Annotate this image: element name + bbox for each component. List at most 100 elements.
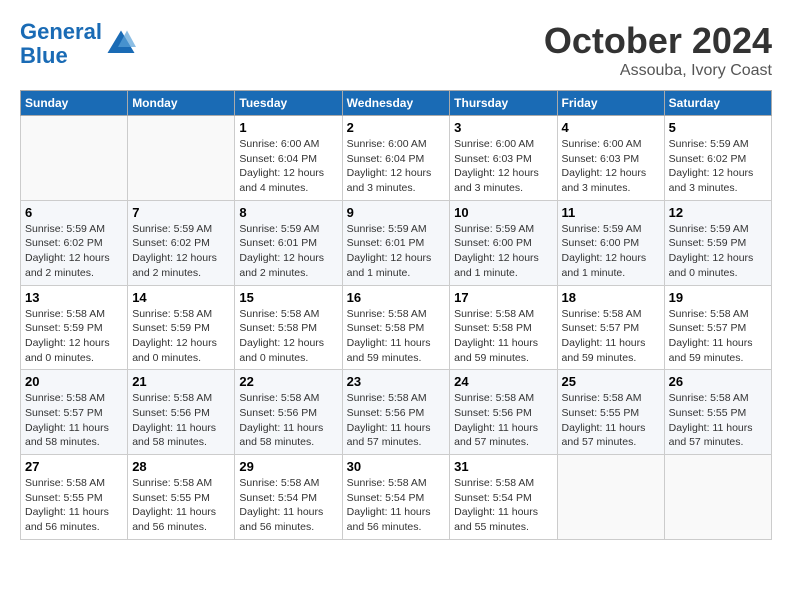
day-info: Sunrise: 5:58 AM Sunset: 5:54 PM Dayligh… <box>239 476 337 535</box>
calendar-day-cell <box>21 116 128 201</box>
calendar-day-cell: 12Sunrise: 5:59 AM Sunset: 5:59 PM Dayli… <box>664 200 771 285</box>
day-info: Sunrise: 5:58 AM Sunset: 5:57 PM Dayligh… <box>669 307 767 366</box>
calendar-day-cell: 4 Sunrise: 6:00 AM Sunset: 6:03 PM Daylig… <box>557 116 664 201</box>
day-number: 2 <box>347 120 446 135</box>
month-title: October 2024 <box>544 20 772 62</box>
day-number: 6 <box>25 205 123 220</box>
day-number: 10 <box>454 205 552 220</box>
day-number: 1 <box>239 120 337 135</box>
day-number: 17 <box>454 290 552 305</box>
calendar-day-cell: 28 Sunrise: 5:58 AM Sunset: 5:55 PM Dayli… <box>128 455 235 540</box>
calendar-day-cell: 15Sunrise: 5:58 AM Sunset: 5:58 PM Dayli… <box>235 285 342 370</box>
day-number: 21 <box>132 374 230 389</box>
calendar-day-cell: 30 Sunrise: 5:58 AM Sunset: 5:54 PM Dayli… <box>342 455 450 540</box>
logo: General Blue <box>20 20 136 68</box>
day-number: 12 <box>669 205 767 220</box>
calendar-day-cell: 9 Sunrise: 5:59 AM Sunset: 6:01 PM Daylig… <box>342 200 450 285</box>
calendar-day-cell: 20 Sunrise: 5:58 AM Sunset: 5:57 PM Dayli… <box>21 370 128 455</box>
day-number: 26 <box>669 374 767 389</box>
logo-text: General Blue <box>20 20 102 68</box>
calendar-day-cell: 16 Sunrise: 5:58 AM Sunset: 5:58 PM Dayli… <box>342 285 450 370</box>
calendar-day-cell: 24 Sunrise: 5:58 AM Sunset: 5:56 PM Dayli… <box>450 370 557 455</box>
day-number: 15 <box>239 290 337 305</box>
calendar-day-cell: 13Sunrise: 5:58 AM Sunset: 5:59 PM Dayli… <box>21 285 128 370</box>
day-info: Sunrise: 5:58 AM Sunset: 5:56 PM Dayligh… <box>132 391 230 450</box>
day-info: Sunrise: 5:58 AM Sunset: 5:56 PM Dayligh… <box>454 391 552 450</box>
day-number: 19 <box>669 290 767 305</box>
day-number: 5 <box>669 120 767 135</box>
calendar-day-cell: 17Sunrise: 5:58 AM Sunset: 5:58 PM Dayli… <box>450 285 557 370</box>
calendar-day-cell: 31 Sunrise: 5:58 AM Sunset: 5:54 PM Dayli… <box>450 455 557 540</box>
page-header: General Blue October 2024 Assouba, Ivory… <box>20 20 772 80</box>
calendar-week-row: 27 Sunrise: 5:58 AM Sunset: 5:55 PM Dayli… <box>21 455 772 540</box>
day-number: 4 <box>562 120 660 135</box>
calendar-day-cell: 14 Sunrise: 5:58 AM Sunset: 5:59 PM Dayli… <box>128 285 235 370</box>
day-info: Sunrise: 6:00 AM Sunset: 6:04 PM Dayligh… <box>347 137 446 196</box>
day-info: Sunrise: 5:58 AM Sunset: 5:54 PM Dayligh… <box>454 476 552 535</box>
calendar-day-cell: 25Sunrise: 5:58 AM Sunset: 5:55 PM Dayli… <box>557 370 664 455</box>
day-info: Sunrise: 5:59 AM Sunset: 6:02 PM Dayligh… <box>132 222 230 281</box>
day-info: Sunrise: 6:00 AM Sunset: 6:04 PM Dayligh… <box>239 137 337 196</box>
day-info: Sunrise: 5:59 AM Sunset: 6:00 PM Dayligh… <box>454 222 552 281</box>
calendar-day-cell: 26 Sunrise: 5:58 AM Sunset: 5:55 PM Dayli… <box>664 370 771 455</box>
day-info: Sunrise: 5:59 AM Sunset: 6:01 PM Dayligh… <box>347 222 446 281</box>
day-number: 23 <box>347 374 446 389</box>
day-info: Sunrise: 5:58 AM Sunset: 5:58 PM Dayligh… <box>347 307 446 366</box>
day-info: Sunrise: 5:58 AM Sunset: 5:56 PM Dayligh… <box>239 391 337 450</box>
day-number: 20 <box>25 374 123 389</box>
day-info: Sunrise: 5:58 AM Sunset: 5:55 PM Dayligh… <box>132 476 230 535</box>
day-number: 24 <box>454 374 552 389</box>
title-block: October 2024 Assouba, Ivory Coast <box>544 20 772 80</box>
day-info: Sunrise: 6:00 AM Sunset: 6:03 PM Dayligh… <box>454 137 552 196</box>
day-number: 29 <box>239 459 337 474</box>
day-number: 9 <box>347 205 446 220</box>
weekday-header: Wednesday <box>342 91 450 116</box>
calendar-day-cell: 19 Sunrise: 5:58 AM Sunset: 5:57 PM Dayli… <box>664 285 771 370</box>
calendar-day-cell: 23Sunrise: 5:58 AM Sunset: 5:56 PM Dayli… <box>342 370 450 455</box>
day-number: 11 <box>562 205 660 220</box>
weekday-header: Monday <box>128 91 235 116</box>
day-info: Sunrise: 5:58 AM Sunset: 5:55 PM Dayligh… <box>669 391 767 450</box>
calendar-day-cell: 10 Sunrise: 5:59 AM Sunset: 6:00 PM Dayli… <box>450 200 557 285</box>
day-number: 28 <box>132 459 230 474</box>
day-number: 3 <box>454 120 552 135</box>
logo-icon <box>106 29 136 59</box>
calendar-day-cell: 21 Sunrise: 5:58 AM Sunset: 5:56 PM Dayli… <box>128 370 235 455</box>
day-info: Sunrise: 5:58 AM Sunset: 5:59 PM Dayligh… <box>132 307 230 366</box>
calendar-day-cell: 6 Sunrise: 5:59 AM Sunset: 6:02 PM Daylig… <box>21 200 128 285</box>
day-info: Sunrise: 5:59 AM Sunset: 6:02 PM Dayligh… <box>25 222 123 281</box>
day-number: 8 <box>239 205 337 220</box>
day-info: Sunrise: 5:58 AM Sunset: 5:55 PM Dayligh… <box>25 476 123 535</box>
calendar-day-cell: 7 Sunrise: 5:59 AM Sunset: 6:02 PM Daylig… <box>128 200 235 285</box>
calendar-day-cell: 3 Sunrise: 6:00 AM Sunset: 6:03 PM Daylig… <box>450 116 557 201</box>
day-info: Sunrise: 5:58 AM Sunset: 5:57 PM Dayligh… <box>25 391 123 450</box>
day-info: Sunrise: 5:58 AM Sunset: 5:57 PM Dayligh… <box>562 307 660 366</box>
calendar-day-cell: 22Sunrise: 5:58 AM Sunset: 5:56 PM Dayli… <box>235 370 342 455</box>
day-number: 31 <box>454 459 552 474</box>
calendar-day-cell: 8 Sunrise: 5:59 AM Sunset: 6:01 PM Daylig… <box>235 200 342 285</box>
calendar-body: 1 Sunrise: 6:00 AM Sunset: 6:04 PM Daylig… <box>21 116 772 540</box>
day-number: 7 <box>132 205 230 220</box>
weekday-header: Tuesday <box>235 91 342 116</box>
day-number: 30 <box>347 459 446 474</box>
day-info: Sunrise: 5:59 AM Sunset: 6:01 PM Dayligh… <box>239 222 337 281</box>
day-number: 27 <box>25 459 123 474</box>
calendar-day-cell: 1 Sunrise: 6:00 AM Sunset: 6:04 PM Daylig… <box>235 116 342 201</box>
calendar-day-cell: 29 Sunrise: 5:58 AM Sunset: 5:54 PM Dayli… <box>235 455 342 540</box>
weekday-header: Thursday <box>450 91 557 116</box>
calendar-header: SundayMondayTuesdayWednesdayThursdayFrid… <box>21 91 772 116</box>
day-number: 14 <box>132 290 230 305</box>
day-info: Sunrise: 5:58 AM Sunset: 5:54 PM Dayligh… <box>347 476 446 535</box>
weekday-header: Saturday <box>664 91 771 116</box>
day-info: Sunrise: 6:00 AM Sunset: 6:03 PM Dayligh… <box>562 137 660 196</box>
calendar-day-cell: 11 Sunrise: 5:59 AM Sunset: 6:00 PM Dayli… <box>557 200 664 285</box>
day-info: Sunrise: 5:59 AM Sunset: 6:00 PM Dayligh… <box>562 222 660 281</box>
day-number: 16 <box>347 290 446 305</box>
calendar-week-row: 1 Sunrise: 6:00 AM Sunset: 6:04 PM Daylig… <box>21 116 772 201</box>
calendar-day-cell: 27 Sunrise: 5:58 AM Sunset: 5:55 PM Dayli… <box>21 455 128 540</box>
calendar-day-cell: 5Sunrise: 5:59 AM Sunset: 6:02 PM Daylig… <box>664 116 771 201</box>
day-number: 13 <box>25 290 123 305</box>
calendar-week-row: 20 Sunrise: 5:58 AM Sunset: 5:57 PM Dayli… <box>21 370 772 455</box>
calendar-table: SundayMondayTuesdayWednesdayThursdayFrid… <box>20 90 772 540</box>
calendar-week-row: 6 Sunrise: 5:59 AM Sunset: 6:02 PM Daylig… <box>21 200 772 285</box>
